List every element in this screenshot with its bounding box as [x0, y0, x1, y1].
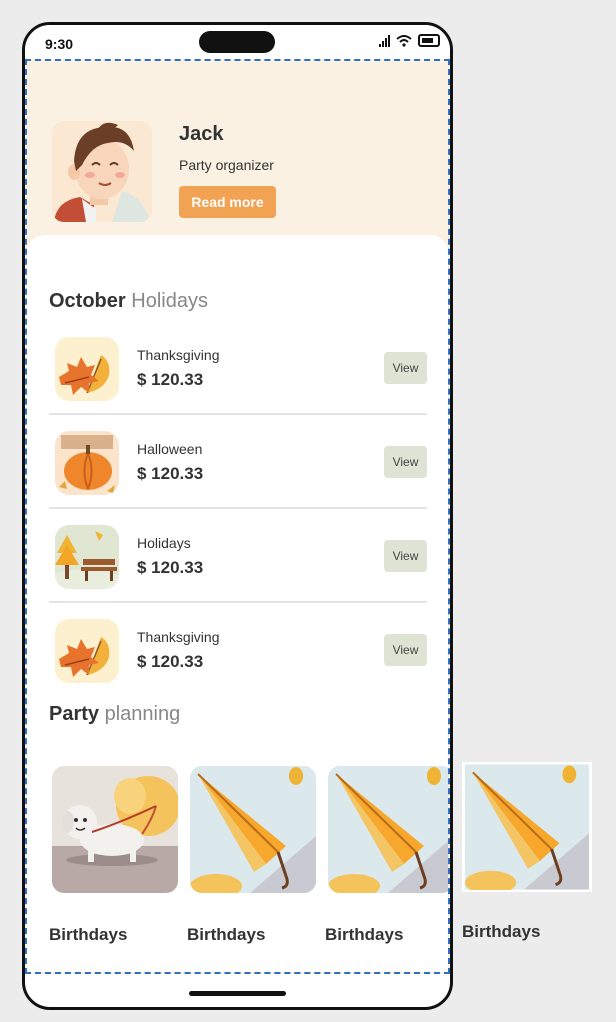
main-content: October Holidays Thanksgiving $ 120.33 V… [27, 235, 448, 972]
holiday-price: $ 120.33 [137, 464, 204, 483]
party-card[interactable] [328, 766, 448, 893]
holiday-price: $ 120.33 [137, 558, 204, 577]
party-card[interactable] [462, 762, 592, 892]
holidays-section-title: October Holidays [49, 290, 208, 313]
holiday-name: Holidays [137, 535, 191, 551]
view-button[interactable]: View [384, 540, 427, 572]
party-card[interactable] [52, 766, 178, 893]
holiday-price: $ 120.33 [137, 652, 204, 671]
party-section-title: Party planning [49, 703, 180, 726]
holiday-name: Thanksgiving [137, 629, 220, 645]
holiday-name: Halloween [137, 441, 203, 457]
home-indicator[interactable] [189, 991, 286, 996]
view-button[interactable]: View [384, 352, 427, 384]
dog-walk-illustration [52, 766, 178, 893]
status-bar: 9:30 [25, 25, 450, 59]
holiday-row[interactable]: Thanksgiving $ 120.33 View [49, 321, 427, 415]
profile-role: Party organizer [179, 157, 274, 173]
status-icons [379, 34, 440, 47]
holidays-title-light: Holidays [131, 290, 208, 312]
holiday-row[interactable]: Halloween $ 120.33 View [49, 415, 427, 509]
pumpkin-icon [55, 431, 119, 495]
wifi-icon [396, 34, 412, 47]
umbrella-illustration [465, 764, 589, 890]
party-title-light: planning [104, 703, 181, 725]
umbrella-illustration [190, 766, 316, 893]
park-bench-icon [55, 525, 119, 589]
camera-notch [199, 31, 275, 53]
profile-name: Jack [179, 123, 224, 145]
avatar-illustration [52, 121, 152, 222]
view-button[interactable]: View [384, 634, 427, 666]
app-screen: Jack Party organizer Read more October H… [25, 59, 450, 974]
party-title-strong: Party [49, 703, 100, 725]
party-item-label: Birthdays [325, 925, 404, 944]
party-card[interactable] [190, 766, 316, 893]
party-item-label: Birthdays [187, 925, 266, 944]
view-button[interactable]: View [384, 446, 427, 478]
holiday-name: Thanksgiving [137, 347, 220, 363]
autumn-leaves-icon [55, 337, 119, 401]
avatar[interactable] [52, 121, 152, 222]
holidays-title-strong: October [49, 290, 126, 312]
holiday-price: $ 120.33 [137, 370, 204, 389]
autumn-leaves-icon [55, 619, 119, 683]
read-more-button[interactable]: Read more [179, 186, 276, 218]
profile-header: Jack Party organizer Read more [27, 61, 448, 251]
battery-icon [418, 34, 440, 47]
phone-frame: 9:30 Jack Party organizer Read more Octo… [22, 22, 453, 1010]
holiday-row[interactable]: Holidays $ 120.33 View [49, 509, 427, 603]
party-item-label: Birthdays [462, 922, 541, 941]
holiday-row[interactable]: Thanksgiving $ 120.33 View [49, 603, 427, 687]
party-item-label: Birthdays [49, 925, 128, 944]
signal-icon [379, 34, 390, 47]
umbrella-illustration [328, 766, 448, 893]
status-time: 9:30 [45, 36, 74, 52]
